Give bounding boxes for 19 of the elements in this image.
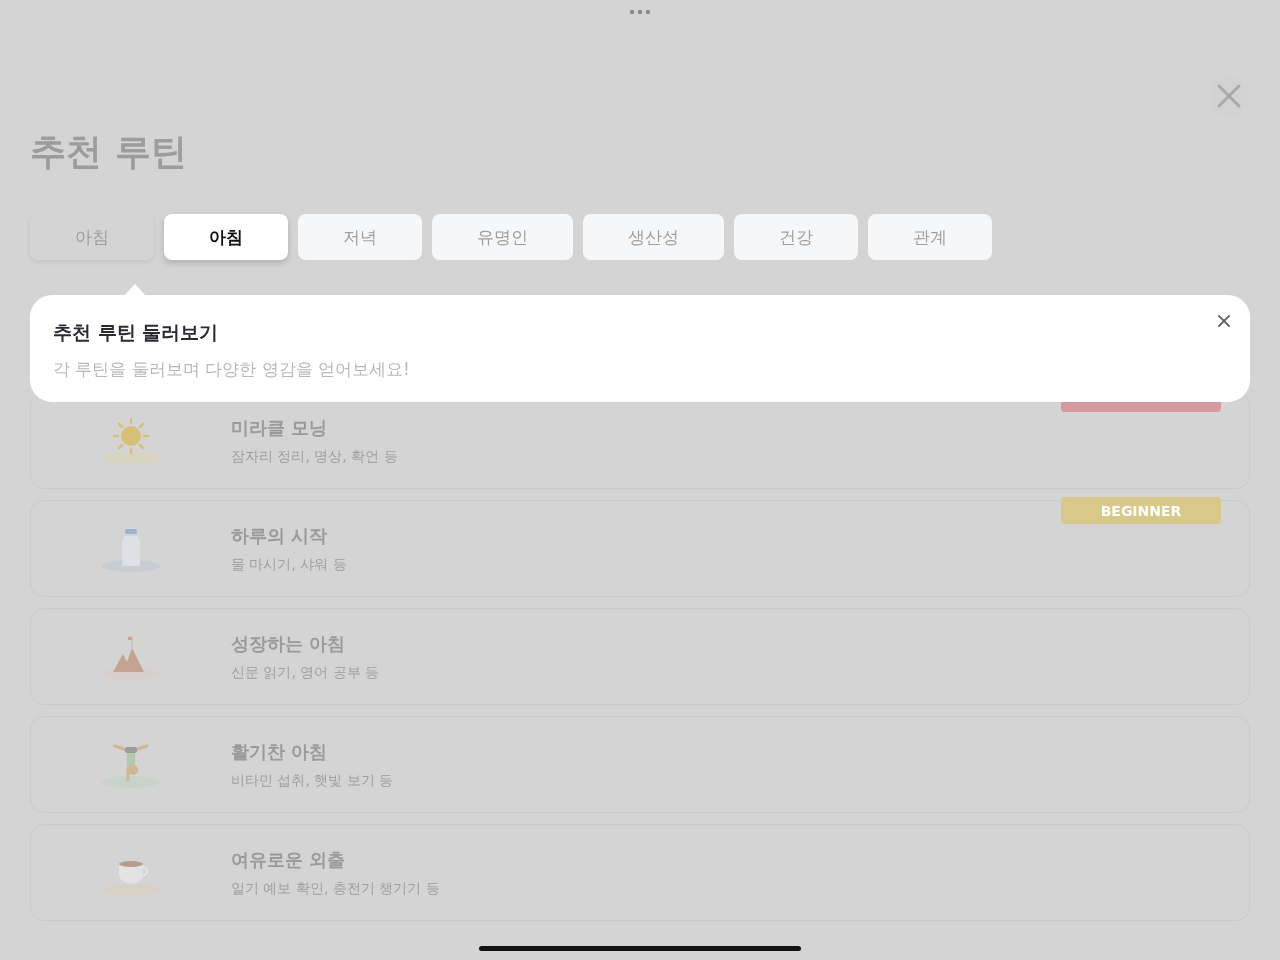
routine-title: 성장하는 아침 [231, 631, 347, 656]
category-tab[interactable]: 유명인 [432, 214, 573, 260]
category-tab[interactable]: 아침 [164, 214, 288, 260]
category-tab[interactable]: 건강 [734, 214, 858, 260]
category-tab[interactable]: 관계 [868, 214, 992, 260]
tooltip-title: 추천 루틴 둘러보기 [53, 320, 220, 345]
more-icon[interactable] [629, 9, 651, 15]
close-icon [1217, 84, 1241, 108]
page-title: 추천 루틴 [30, 130, 188, 174]
tooltip-text: 각 루틴을 둘러보며 다양한 영감을 얻어보세요! [53, 358, 411, 381]
sun-icon [101, 415, 161, 466]
routine-badge: BEGINNER [1061, 497, 1221, 524]
routine-title: 여유로운 외출 [231, 847, 347, 872]
category-tab[interactable]: 생산성 [583, 214, 724, 260]
routine-title: 하루의 시작 [231, 523, 329, 548]
category-tab[interactable]: 저녁 [298, 214, 422, 260]
close-button[interactable] [1217, 314, 1231, 328]
routine-title: 미라클 모닝 [231, 415, 329, 440]
routine-title: 활기찬 아침 [231, 739, 329, 764]
